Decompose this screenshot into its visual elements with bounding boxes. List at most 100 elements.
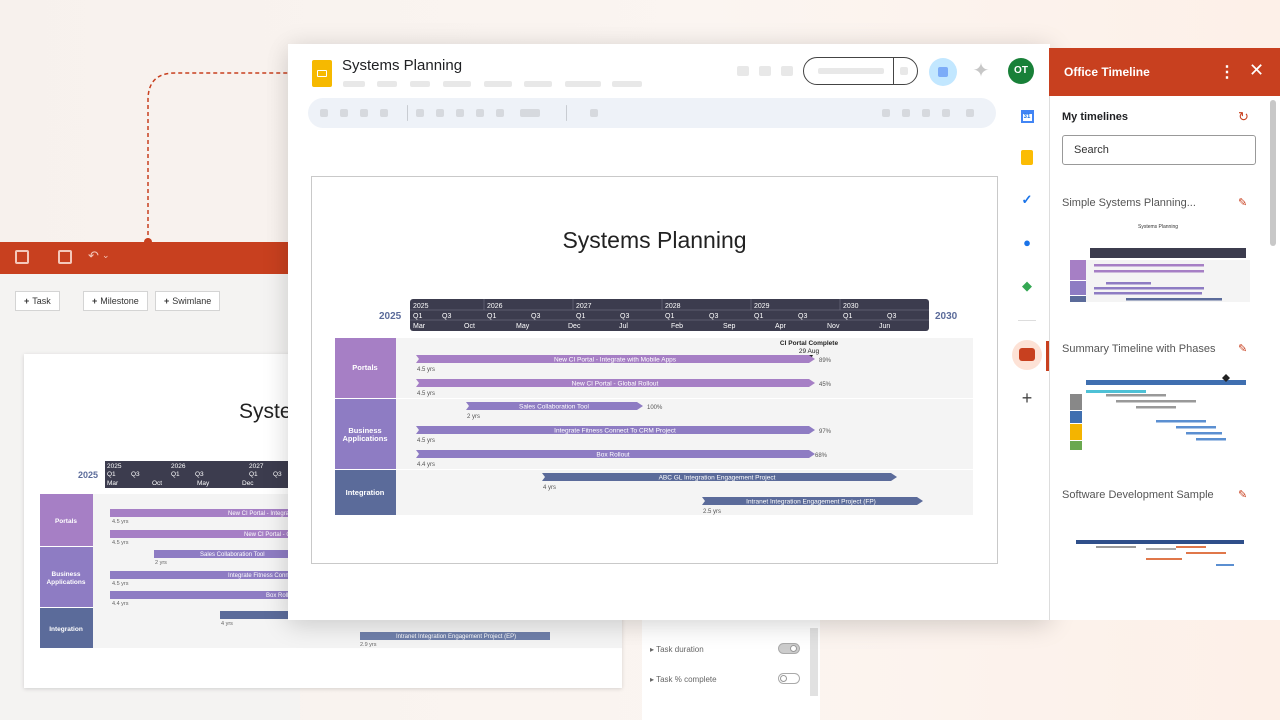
avatar[interactable]: OT [1008,58,1034,84]
chevron-down-icon: ⌄ [102,250,110,260]
bg-task-label: Intranet Integration Engagement Project … [396,634,516,640]
bg-swimlane-label: Portals [55,518,77,525]
timeline-graphic: 2025 2030 2025 2026 2027 2028 2029 2030 … [335,299,973,515]
task-duration: 2.5 yrs [703,509,721,515]
close-icon[interactable]: ✕ [1249,60,1264,81]
toolbar-button[interactable] [476,109,484,117]
document-title[interactable]: Systems Planning [342,57,462,74]
header-icon-placeholder[interactable] [737,66,749,76]
toolbar-button[interactable] [416,109,424,117]
meet-icon[interactable] [929,58,957,86]
thumbnail-title: Systems Planning [1138,224,1178,230]
toolbar-button[interactable] [882,109,890,117]
timeline-name[interactable]: Summary Timeline with Phases [1062,343,1215,355]
bg-quarter-tick: Q1 [107,471,116,478]
task-label: Box Rollout [596,452,629,459]
bg-duration: 2 yrs [155,560,167,566]
bg-month-tick: Dec [242,480,254,487]
toolbar-button[interactable] [456,109,464,117]
toolbar-button[interactable] [966,109,974,117]
maps-icon[interactable]: ◆ [1017,276,1037,296]
quarter-tick: Q3 [442,313,451,320]
toolbar-button[interactable] [942,109,950,117]
toolbar-button[interactable] [340,109,348,117]
menu-item-placeholder[interactable] [612,81,642,87]
toolbar-button[interactable] [496,109,504,117]
edit-icon[interactable]: ✎ [1238,488,1247,501]
bg-month-tick: Mar [107,480,119,487]
timeline-thumbnail[interactable] [1066,368,1250,450]
sparkle-icon[interactable]: ✦ [970,60,992,82]
start-year-label: 2025 [379,311,402,322]
edit-icon[interactable]: ✎ [1238,342,1247,355]
year-tick: 2029 [754,303,770,310]
task-duration: 4.5 yrs [417,391,435,397]
menu-item-placeholder[interactable] [343,81,365,87]
menu-item-placeholder[interactable] [484,81,512,87]
keep-icon[interactable] [1017,147,1037,167]
search-input[interactable] [1062,135,1256,165]
timeline-name[interactable]: Simple Systems Planning... [1062,197,1196,209]
bg-month-tick: Oct [152,480,162,487]
menu-item-placeholder[interactable] [565,81,601,87]
slideshow-button[interactable] [803,57,918,85]
quarter-tick: Q1 [754,313,763,320]
month-tick: Mar [413,323,426,330]
timeline-thumbnail[interactable] [1066,516,1250,598]
menu-item-placeholder[interactable] [377,81,397,87]
more-menu-icon[interactable]: ⋮ [1219,62,1235,82]
toolbar-button[interactable] [922,109,930,117]
quarter-tick: Q3 [709,313,718,320]
task-label: Sales Collaboration Tool [519,404,590,411]
task-percent: 68% [815,453,828,459]
bg-duration: 4.5 yrs [112,519,129,525]
slide-canvas[interactable]: Systems Planning 2025 2030 2025 2026 202… [311,176,998,564]
quarter-tick: Q1 [665,313,674,320]
toolbar-button[interactable] [380,109,388,117]
background-scrollbar[interactable] [810,628,818,696]
month-tick: Feb [671,323,683,330]
timeline-name[interactable]: Software Development Sample [1062,489,1214,501]
header-icon-placeholder[interactable] [759,66,771,76]
add-swimlane-button[interactable]: + Swimlane [155,291,221,311]
task-label: Integrate Fitness Connect To CRM Project [554,428,676,435]
bg-year-label: 2025 [78,470,98,480]
menu-item-placeholder[interactable] [443,81,471,87]
toolbar-button[interactable] [360,109,368,117]
edit-icon[interactable]: ✎ [1238,196,1247,209]
rail-divider [1018,320,1036,321]
task-label: New CI Portal - Global Rollout [572,381,659,388]
timeline-thumbnail[interactable]: Systems Planning [1066,220,1250,302]
bg-task-label: Box Roll [266,593,288,599]
quarter-tick: Q3 [887,313,896,320]
add-milestone-button[interactable]: + Milestone [83,291,148,311]
refresh-icon[interactable]: ↻ [1238,109,1249,125]
toolbar-button[interactable] [436,109,444,117]
menu-item-placeholder[interactable] [410,81,430,87]
toolbar-button[interactable] [520,109,540,117]
toolbar-button[interactable] [902,109,910,117]
office-timeline-icon[interactable] [1012,340,1042,370]
task-duration-toggle[interactable] [778,643,800,654]
add-task-button[interactable]: + Task [15,291,60,311]
bg-quarter-tick: Q1 [171,471,180,478]
calendar-icon[interactable]: 31 [1017,104,1037,124]
menu-item-placeholder[interactable] [524,81,552,87]
task-label: Intranet Integration Engagement Project … [746,499,876,506]
month-tick: May [516,323,530,330]
add-icon[interactable]: + [1017,388,1037,408]
contacts-icon[interactable]: ● [1017,233,1037,253]
task-label: ABC GL Integration Engagement Project [659,475,776,482]
bg-quarter-tick: Q3 [273,471,282,478]
task-duration: 4.4 yrs [417,462,435,468]
bg-duration: 4.4 yrs [112,601,129,607]
task-percent: 89% [819,358,832,364]
toolbar-button[interactable] [590,109,598,117]
task-percent-toggle[interactable] [778,673,800,684]
swimlane-label: Integration [346,488,385,497]
tasks-icon[interactable]: ✓ [1017,190,1037,210]
year-tick: 2030 [843,303,859,310]
toolbar-button[interactable] [320,109,328,117]
panel-scrollbar[interactable] [1270,100,1276,246]
header-icon-placeholder[interactable] [781,66,793,76]
